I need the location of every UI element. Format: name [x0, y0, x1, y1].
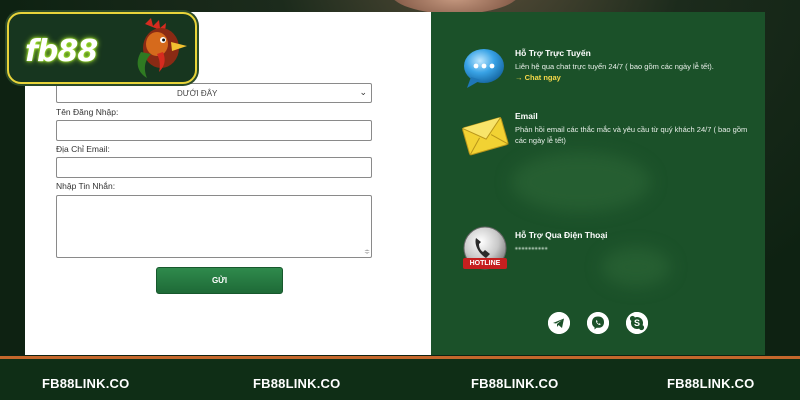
- brand-logo[interactable]: fb88: [7, 12, 197, 84]
- chat-description: Liên hệ qua chat trực tuyến 24/7 ( bao g…: [515, 62, 714, 71]
- chat-now-link[interactable]: → Chat ngay: [515, 73, 561, 82]
- email-title: Email: [515, 111, 538, 121]
- support-panel: Hỗ Trợ Trực Tuyến Liên hệ qua chat trực …: [431, 12, 765, 355]
- brand-domain-text: FB88LINK.CO: [42, 376, 130, 391]
- email-label: Địa Chỉ Email:: [56, 144, 110, 154]
- email-description: Phản hồi email các thắc mắc và yêu cầu t…: [515, 125, 748, 145]
- message-label: Nhập Tin Nhắn:: [56, 181, 116, 191]
- phone-title: Hỗ Trợ Qua Điện Thoại: [515, 230, 608, 240]
- message-textarea[interactable]: ≑: [56, 195, 372, 258]
- chat-bubble-icon: [461, 46, 507, 97]
- blur-overlay: [511, 152, 651, 212]
- svg-text:S: S: [634, 318, 640, 328]
- email-input[interactable]: [56, 157, 372, 178]
- hotline-phone-icon: HOTLINE: [461, 226, 509, 279]
- brand-domain-text: FB88LINK.CO: [471, 376, 559, 391]
- blur-overlay: [601, 247, 671, 287]
- telegram-icon[interactable]: [548, 312, 570, 334]
- viber-icon[interactable]: [587, 312, 609, 334]
- topic-select-value: DƯỚI ĐÂY: [177, 89, 218, 98]
- rooster-mascot-icon: [127, 18, 193, 85]
- chevron-down-icon: ⌄: [359, 87, 367, 97]
- bottom-brand-strip: FB88LINK.CO FB88LINK.CO FB88LINK.CO FB88…: [0, 356, 800, 400]
- logo-text: fb88: [25, 34, 98, 69]
- brand-domain-text: FB88LINK.CO: [253, 376, 341, 391]
- phone-number: ••••••••••: [515, 244, 549, 253]
- resize-grip-icon[interactable]: ≑: [364, 249, 370, 256]
- brand-domain-text: FB88LINK.CO: [667, 376, 755, 391]
- hotline-badge: HOTLINE: [463, 258, 507, 269]
- chat-title: Hỗ Trợ Trực Tuyến: [515, 48, 591, 58]
- envelope-icon: [461, 110, 511, 165]
- username-input[interactable]: [56, 120, 372, 141]
- submit-button[interactable]: GỬI: [156, 267, 283, 294]
- topic-select[interactable]: DƯỚI ĐÂY ⌄: [56, 83, 372, 103]
- skype-icon[interactable]: S: [626, 312, 648, 334]
- username-label: Tên Đăng Nhập:: [56, 107, 119, 117]
